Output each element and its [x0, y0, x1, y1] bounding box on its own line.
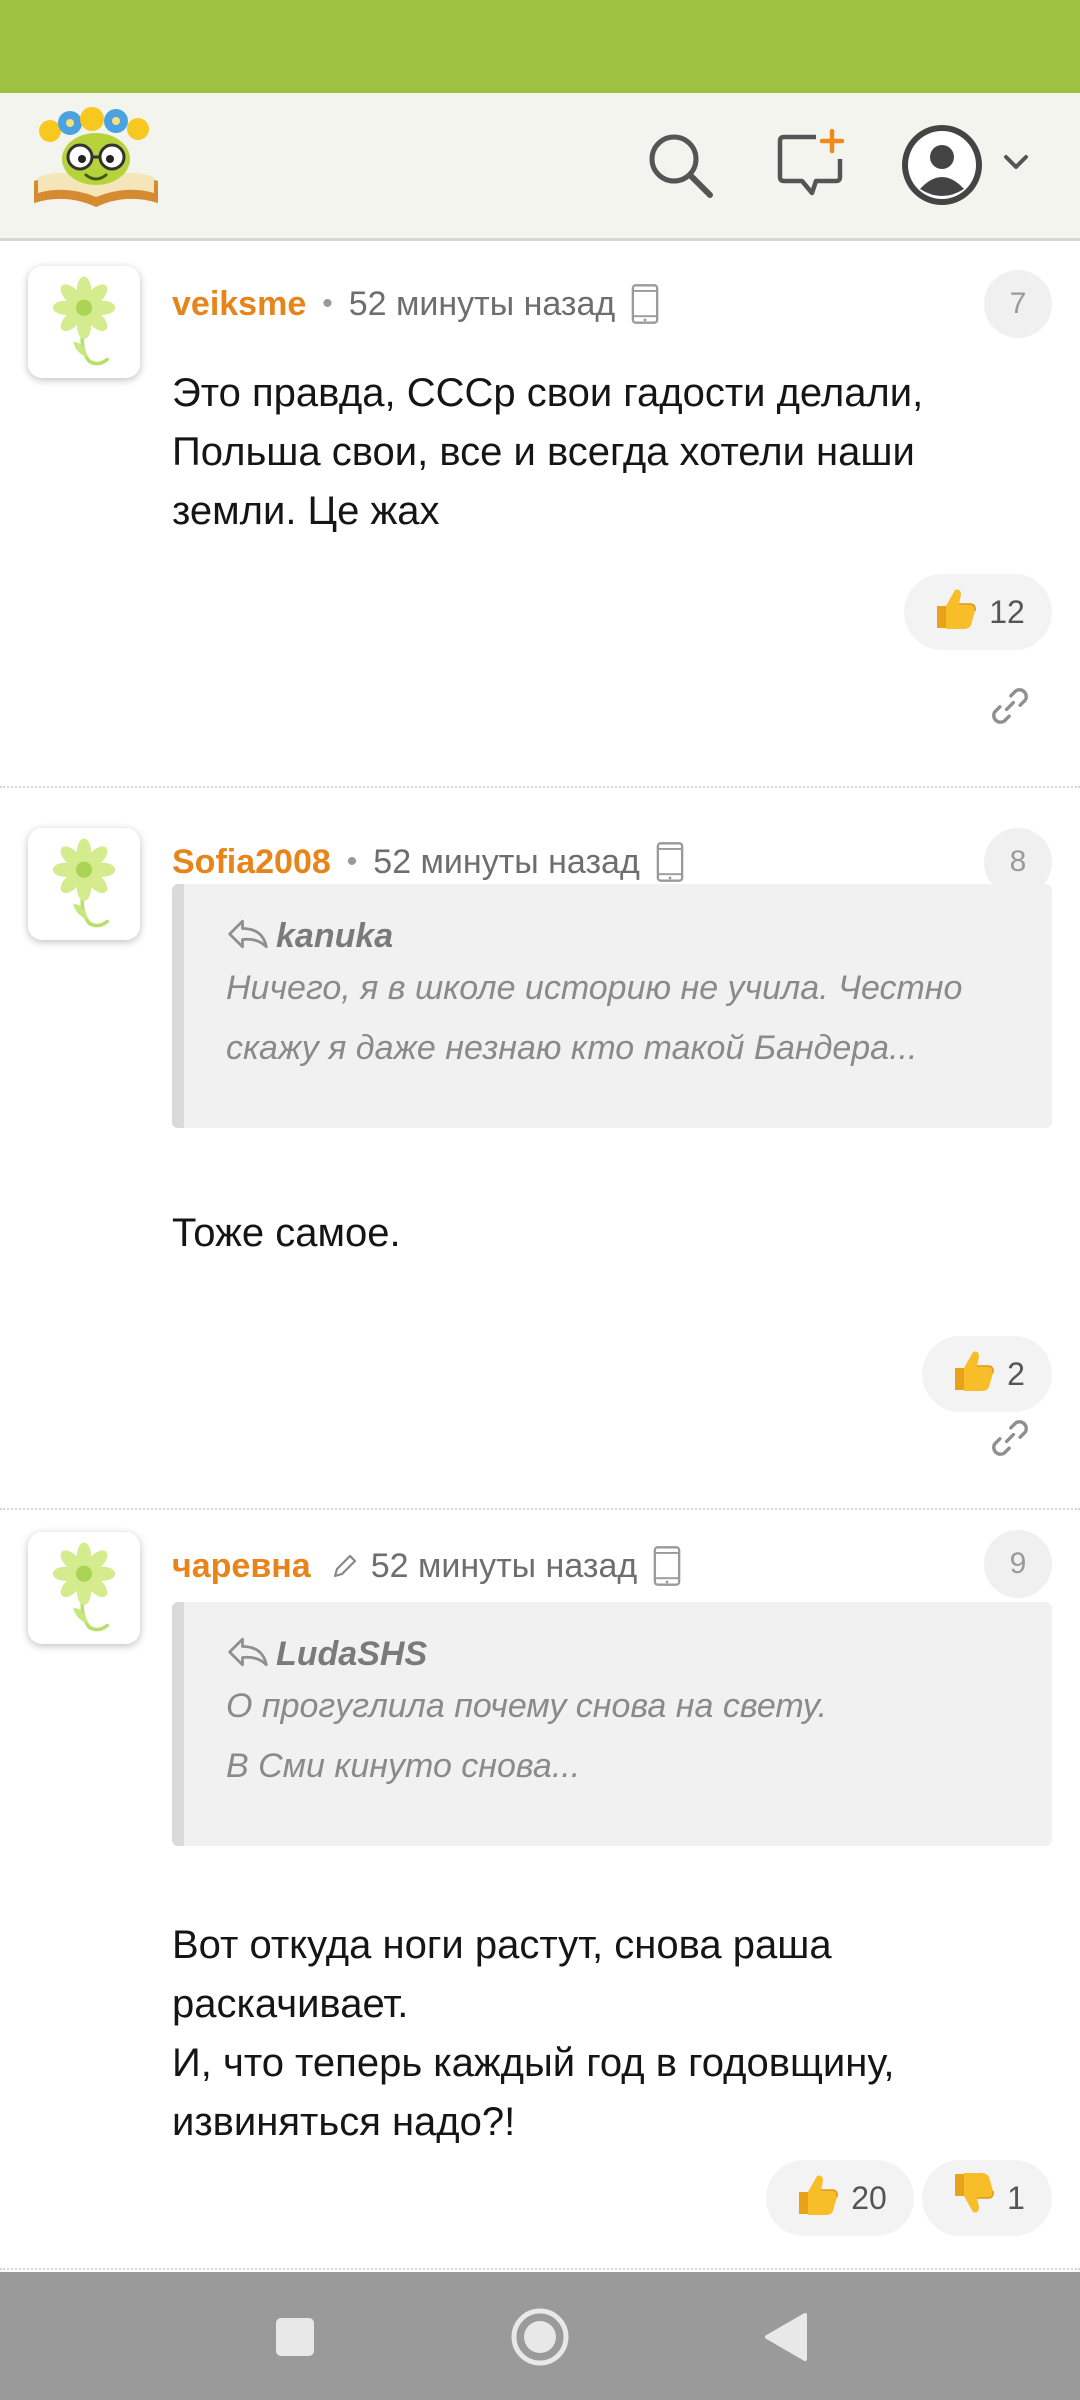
reply-arrow-icon	[226, 1635, 270, 1674]
avatar[interactable]	[28, 266, 140, 378]
avatar[interactable]	[28, 828, 140, 940]
comment-time: 52 минуты назад	[370, 1546, 638, 1585]
search-icon[interactable]	[638, 123, 722, 207]
quote-header: LudaSHS	[226, 1632, 1052, 1676]
quote-text: О прогуглила почему снова на свету.	[226, 1687, 828, 1725]
thumbs-up-icon	[949, 1346, 997, 1402]
comment-meta: veiksme • 52 минуты назад	[172, 274, 659, 334]
status-bar	[0, 0, 1080, 93]
comment-meta: чаревна 52 минуты назад	[172, 1536, 681, 1596]
quote-author[interactable]: kanuka	[276, 917, 393, 956]
triangle-back-icon[interactable]	[750, 2302, 820, 2372]
comment-item: veiksme • 52 минуты назад 7 Это правда, …	[0, 244, 1080, 788]
dislike-button[interactable]: 1	[922, 2160, 1052, 2236]
system-nav-bar	[0, 2272, 1080, 2400]
user-avatar-icon	[902, 125, 1028, 205]
comment-meta: Sofia2008 • 52 минуты назад	[172, 832, 684, 892]
dislike-count: 1	[1007, 2179, 1025, 2216]
square-recents-icon[interactable]	[260, 2302, 330, 2372]
profile-menu-button[interactable]	[900, 119, 1040, 211]
link-icon[interactable]	[984, 680, 1036, 732]
like-button[interactable]: 12	[904, 574, 1052, 650]
separator: •	[346, 845, 358, 878]
comment-item: чаревна 52 минуты назад 9 LudaSHS О прог…	[0, 1510, 1080, 2270]
circle-home-icon[interactable]	[505, 2302, 575, 2372]
comment-text: Тоже самое.	[172, 1211, 401, 1255]
comment-time: 52 минуты назад	[373, 842, 640, 881]
pencil-icon	[331, 1552, 359, 1580]
quote-author[interactable]: LudaSHS	[276, 1635, 427, 1674]
mobile-phone-icon	[653, 1545, 681, 1587]
chevron-down-icon	[1004, 155, 1028, 169]
like-count: 12	[989, 593, 1025, 630]
separator: •	[322, 287, 333, 320]
like-button[interactable]: 2	[922, 1336, 1052, 1412]
comment-text: Вот откуда ноги растут, снова раша раска…	[172, 1923, 895, 2144]
like-count: 20	[851, 2179, 887, 2216]
thumbs-down-icon	[949, 2170, 997, 2226]
link-icon[interactable]	[984, 1412, 1036, 1464]
new-message-plus-icon[interactable]	[770, 123, 854, 207]
author-name[interactable]: veiksme	[172, 285, 306, 324]
mobile-phone-icon	[656, 841, 684, 883]
quote-text: Ничего, я в школе историю не учила. Чест…	[226, 969, 963, 1007]
like-count: 2	[1007, 1355, 1025, 1392]
comment-time: 52 минуты назад	[348, 284, 616, 323]
like-button[interactable]: 20	[766, 2160, 914, 2236]
comment-item: Sofia2008 • 52 минуты назад 8 kanuka Ниче…	[0, 788, 1080, 1510]
comments-feed: veiksme • 52 минуты назад 7 Это правда, …	[0, 244, 1080, 2270]
quote-header: kanuka	[226, 914, 1052, 958]
reply-arrow-icon	[226, 917, 270, 956]
author-name[interactable]: чаревна	[172, 1547, 311, 1586]
mobile-phone-icon	[631, 283, 659, 325]
app-header	[0, 93, 1080, 241]
quoted-reply[interactable]: kanuka Ничего, я в школе историю не учила…	[172, 884, 1052, 1128]
author-name[interactable]: Sofia2008	[172, 843, 331, 882]
smiling-book-logo-icon[interactable]	[30, 105, 162, 217]
comment-text: Это правда, СССр свои гадости делали, По…	[172, 371, 924, 533]
quote-text: В Сми кинуто снова...	[226, 1747, 581, 1785]
comment-number[interactable]: 7	[984, 270, 1052, 338]
quoted-reply[interactable]: LudaSHS О прогуглила почему снова на све…	[172, 1602, 1052, 1846]
comment-number[interactable]: 9	[984, 1530, 1052, 1598]
thumbs-up-icon	[931, 584, 979, 640]
avatar[interactable]	[28, 1532, 140, 1644]
thumbs-up-icon	[793, 2170, 841, 2226]
quote-text: скажу я даже незнаю кто такой Бандера...	[226, 1029, 918, 1067]
